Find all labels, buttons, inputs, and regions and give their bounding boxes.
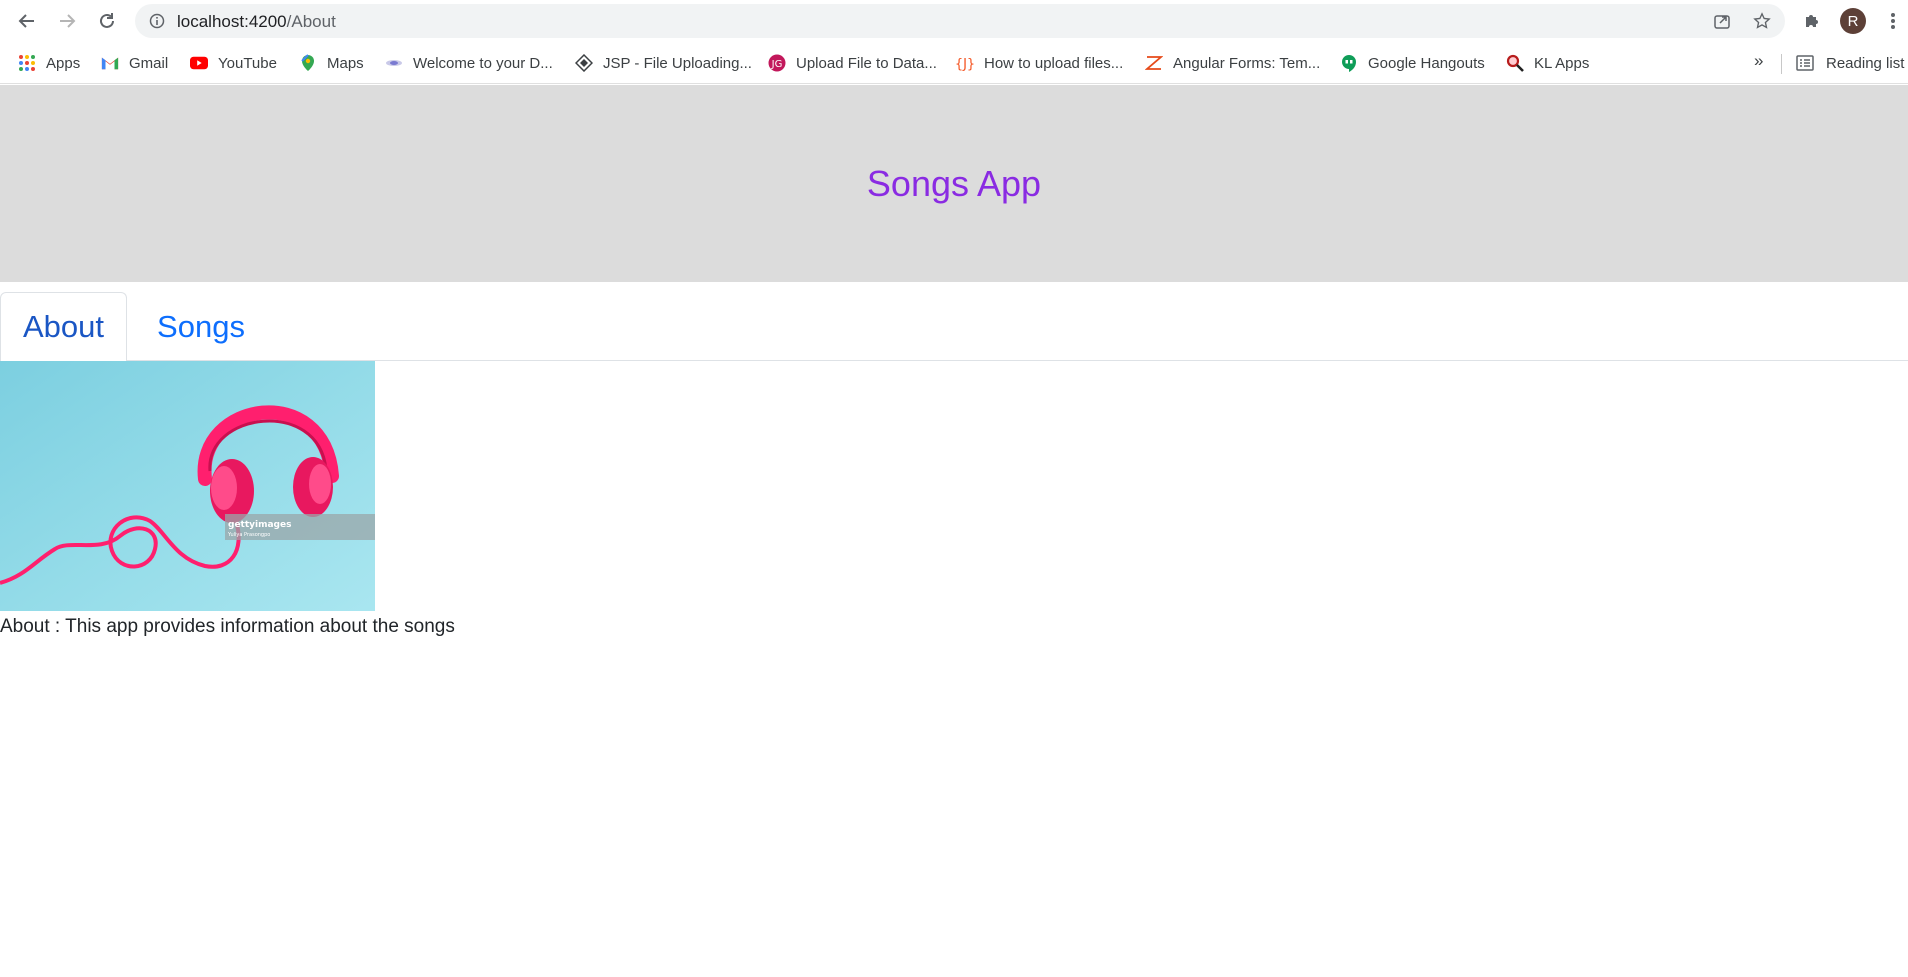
bookmark-label: JSP - File Uploading... (603, 54, 752, 72)
reading-list-button[interactable]: Reading list (1796, 51, 1904, 75)
tab-about[interactable]: About (0, 292, 127, 362)
bookmark-label: Apps (46, 54, 81, 72)
browser-toolbar: localhost:4200/About R (0, 0, 1908, 42)
bookmark-jsp[interactable]: JSP - File Uploading... (575, 51, 752, 75)
bookmark-welcome[interactable]: Welcome to your D... (385, 51, 553, 75)
search-magnifier-icon (1506, 54, 1524, 72)
about-description: About : This app provides information ab… (0, 616, 455, 637)
apps-grid-icon (18, 54, 36, 72)
app-title: Songs App (866, 163, 1042, 204)
reload-icon (100, 13, 114, 28)
bookmarks-divider (1781, 54, 1782, 74)
arrow-left-icon (18, 14, 34, 28)
bookmark-how-to-upload[interactable]: {J} How to upload files... (956, 51, 1123, 75)
forward-button[interactable] (52, 6, 82, 36)
bookmark-label: Upload File to Data... (796, 54, 937, 72)
reading-list-label: Reading list (1826, 54, 1905, 72)
upload-site-icon: JG (768, 54, 786, 72)
maps-icon (299, 54, 317, 72)
bookmark-angular-forms[interactable]: Angular Forms: Tem... (1145, 51, 1320, 75)
headphones-image: gettyimages Yuliya Prasongpo (0, 361, 375, 611)
bookmark-label: KL Apps (1534, 54, 1590, 72)
bookmark-label: Gmail (129, 54, 169, 72)
bookmark-apps[interactable]: Apps (18, 51, 80, 75)
hangouts-icon (1340, 54, 1358, 72)
share-icon[interactable] (1712, 11, 1732, 31)
puzzle-icon (1806, 15, 1818, 27)
profile-button[interactable]: R (1838, 6, 1868, 36)
bookmark-youtube[interactable]: YouTube (190, 51, 277, 75)
url-host: localhost:4200 (177, 12, 287, 31)
bookmark-label: Google Hangouts (1368, 54, 1485, 72)
avatar: R (1840, 8, 1866, 34)
more-vertical-icon (1891, 13, 1895, 29)
bookmark-maps[interactable]: Maps (299, 51, 364, 75)
bookmark-label: YouTube (218, 54, 277, 72)
bookmark-label: How to upload files... (984, 54, 1124, 72)
svg-text:JG: JG (771, 59, 783, 70)
nav-tabs: About Songs (0, 292, 1908, 362)
bookmark-label: Welcome to your D... (413, 54, 553, 72)
tab-songs[interactable]: Songs (143, 292, 259, 361)
address-bar[interactable]: localhost:4200/About (135, 4, 1785, 38)
bookmark-upload-file[interactable]: JG Upload File to Data... (768, 51, 937, 75)
bookmark-label: Angular Forms: Tem... (1173, 54, 1321, 72)
site-icon (385, 54, 403, 72)
javatpoint-icon: {J} (956, 54, 974, 72)
jsp-icon (575, 54, 593, 72)
photo-credit: Yuliya Prasongpo (227, 532, 270, 538)
bookmark-gmail[interactable]: Gmail (101, 51, 168, 75)
angular-forms-icon (1145, 54, 1163, 72)
url-path: /About (286, 12, 336, 31)
more-bookmarks-button[interactable]: » (1754, 51, 1763, 71)
browser-menu-button[interactable] (1878, 6, 1908, 36)
url-text: localhost:4200/About (177, 12, 336, 32)
site-info-icon[interactable] (149, 13, 165, 34)
bookmarks-bar: Apps Gmail YouTube Maps Welcome to your … (0, 42, 1908, 84)
arrow-right-icon (60, 14, 76, 28)
back-button[interactable] (12, 6, 42, 36)
getty-watermark: gettyimages (228, 520, 291, 530)
app-header: Songs App (0, 85, 1908, 282)
gmail-icon (101, 54, 119, 72)
svg-text:{J}: {J} (956, 57, 974, 72)
bookmark-kl-apps[interactable]: KL Apps (1506, 51, 1589, 75)
extensions-button[interactable] (1797, 6, 1827, 36)
youtube-icon (190, 54, 208, 72)
bookmark-label: Maps (327, 54, 364, 72)
bookmark-star-icon[interactable] (1752, 11, 1772, 31)
reload-button[interactable] (92, 6, 122, 36)
reading-list-icon (1796, 55, 1814, 71)
bookmark-hangouts[interactable]: Google Hangouts (1340, 51, 1485, 75)
